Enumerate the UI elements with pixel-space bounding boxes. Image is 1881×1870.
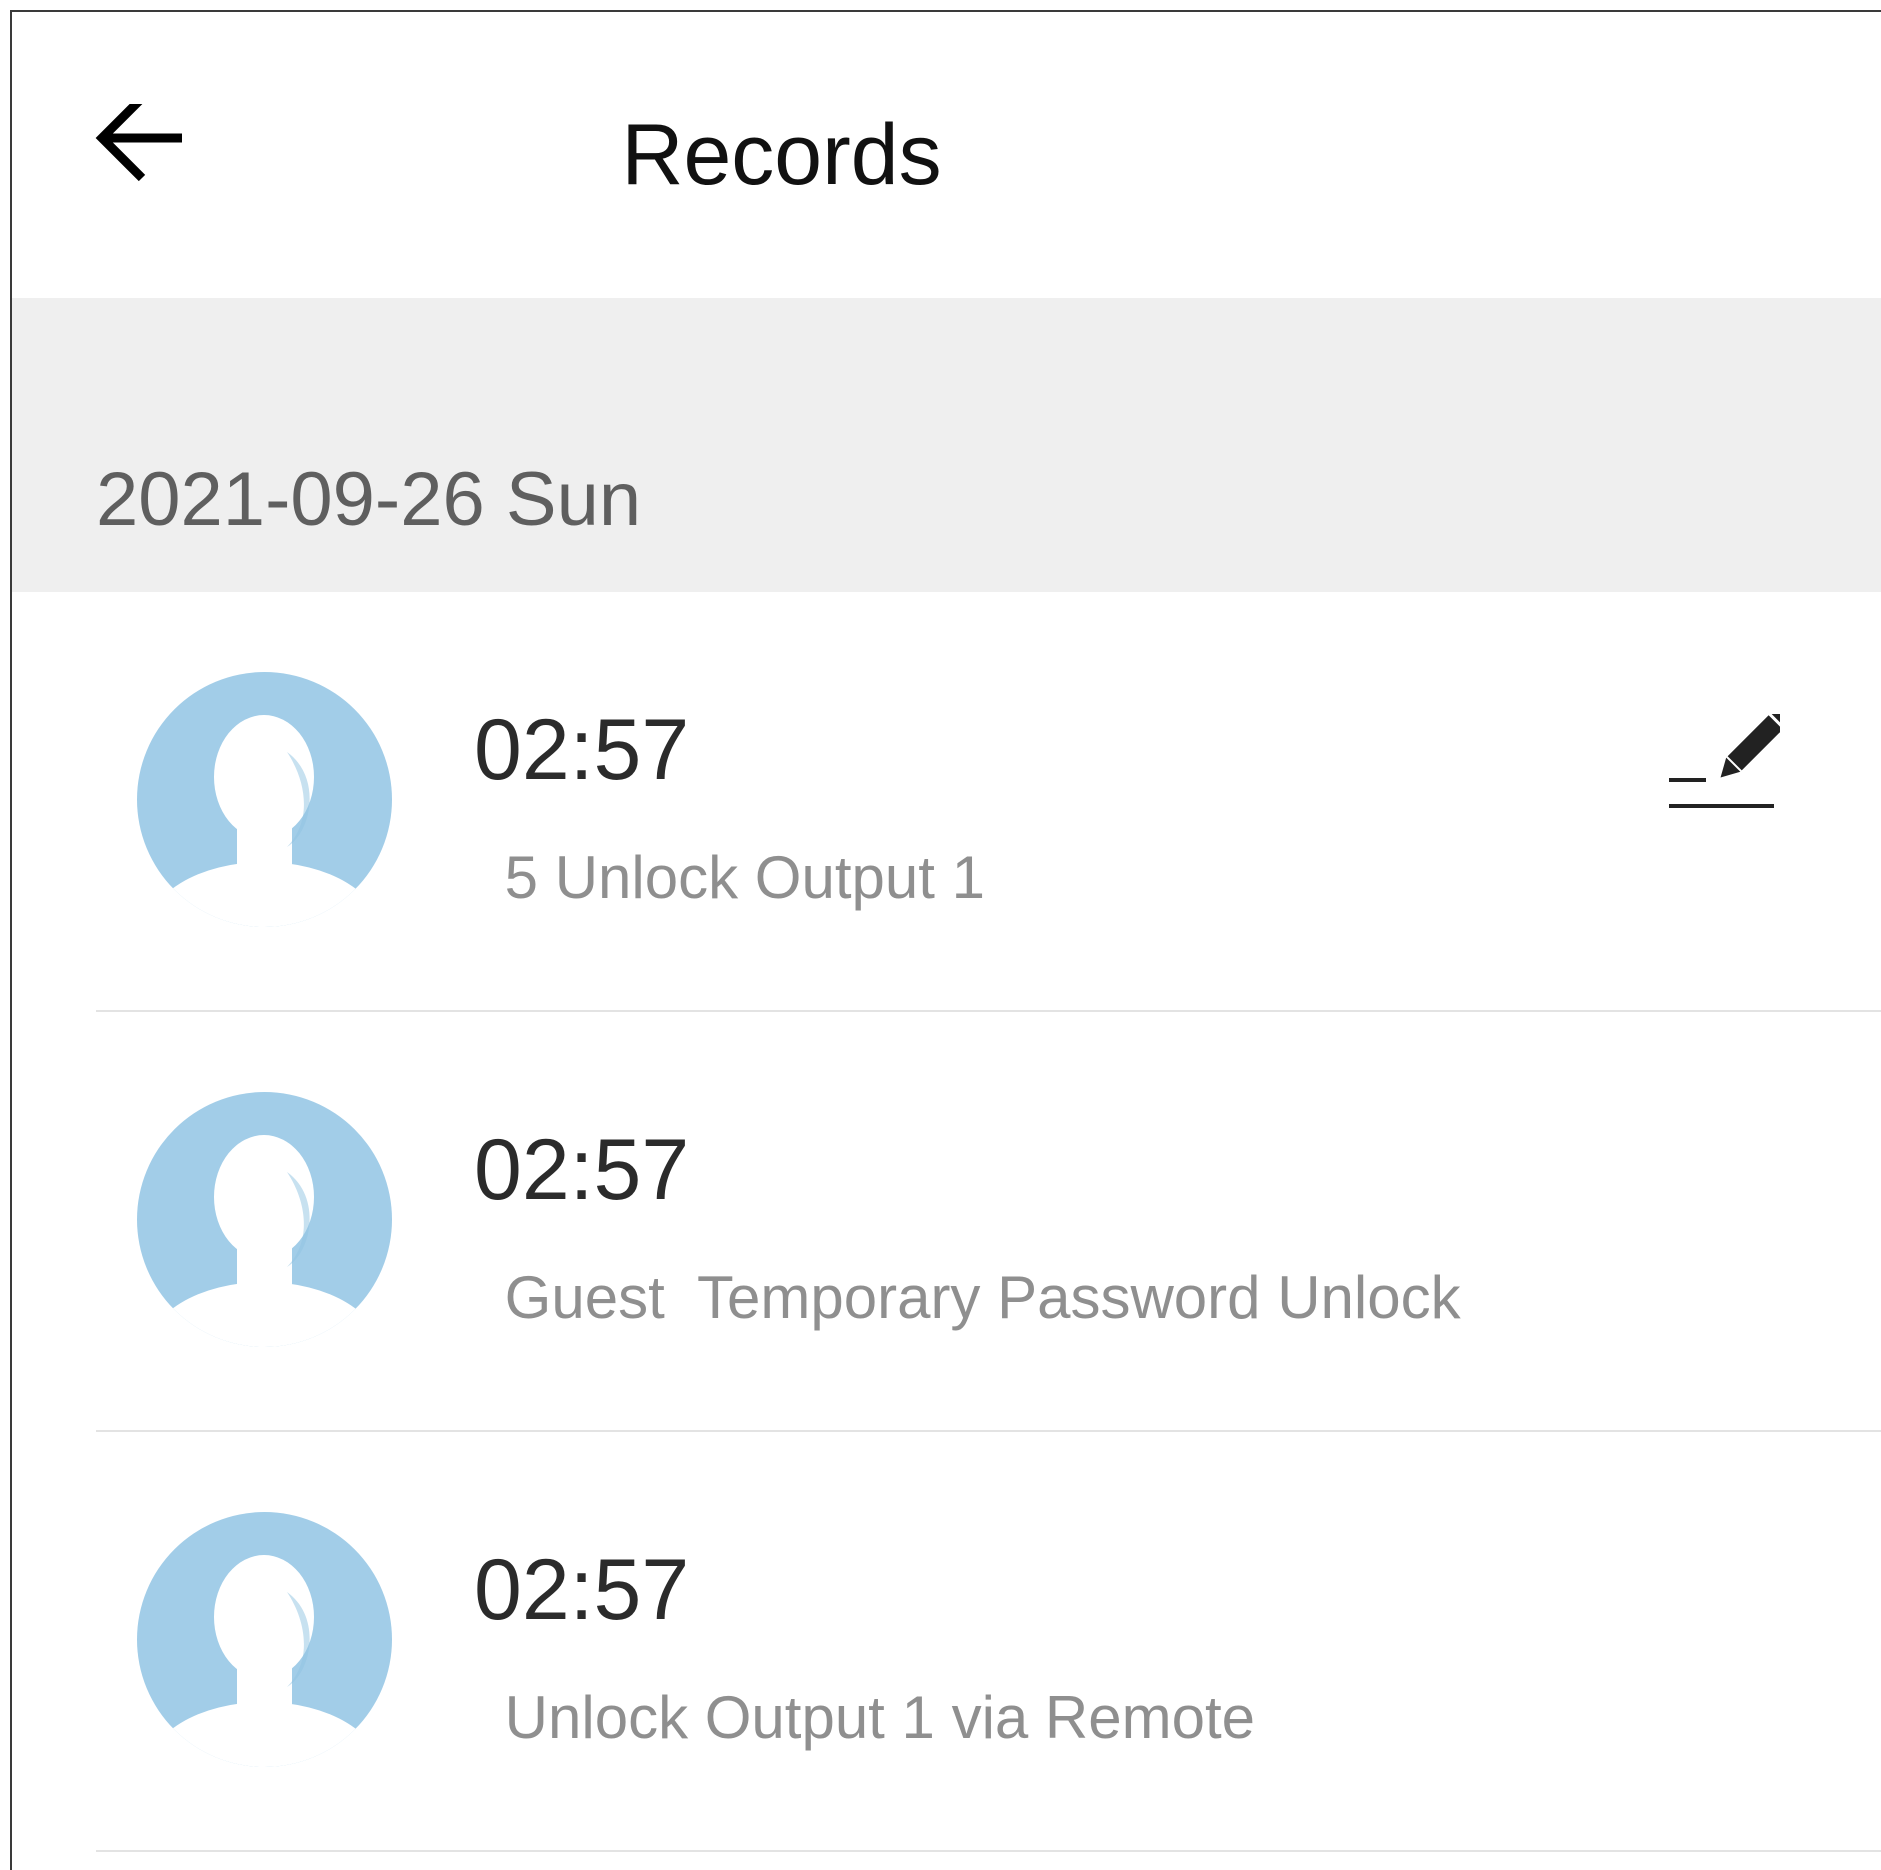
app-window: Records 2021-09-26 Sun 02:57 5 Unlock Ou…: [10, 10, 1881, 1870]
record-time: 02:57: [474, 1122, 690, 1218]
date-section-header: 2021-09-26 Sun: [12, 298, 1881, 592]
list-item[interactable]: 02:57 5 Unlock Output 1: [12, 592, 1881, 1012]
record-description: Unlock Output 1 via Remote: [488, 1684, 1256, 1751]
date-label: 2021-09-26 Sun: [96, 457, 642, 542]
user-avatar-icon: [137, 672, 392, 927]
record-description: Guest Temporary Password Unlock: [488, 1264, 1461, 1331]
records-list: 02:57 5 Unlock Output 1 02:57 Guest Temp…: [12, 592, 1881, 1852]
record-time: 02:57: [474, 1542, 690, 1638]
user-avatar-icon: [137, 1512, 392, 1767]
page-title: Records: [621, 107, 942, 203]
divider: [96, 1850, 1881, 1852]
user-avatar-icon: [137, 1092, 392, 1347]
record-description: 5 Unlock Output 1: [488, 844, 985, 911]
edit-button[interactable]: [1654, 708, 1790, 814]
top-app-bar: Records: [12, 12, 1881, 298]
list-item[interactable]: 02:57 Guest Temporary Password Unlock: [12, 1012, 1881, 1432]
list-item[interactable]: 02:57 Unlock Output 1 via Remote: [12, 1432, 1881, 1852]
edit-pencil-icon: [1669, 708, 1790, 808]
record-time: 02:57: [474, 702, 690, 798]
